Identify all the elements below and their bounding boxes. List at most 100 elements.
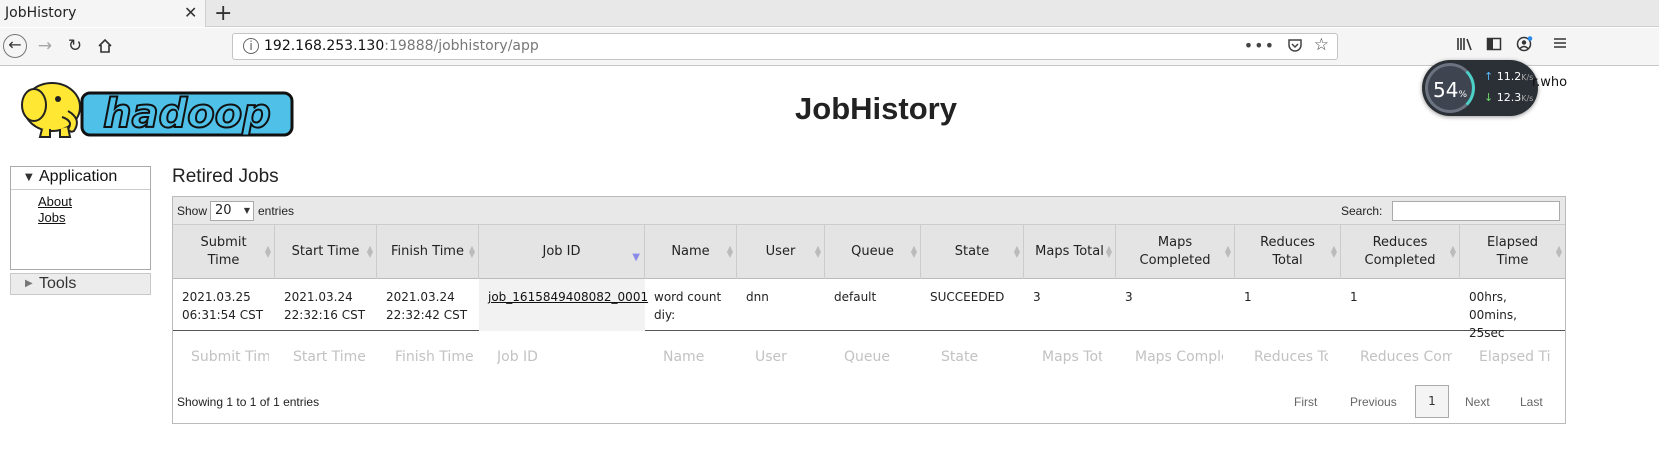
library-icon[interactable] — [1456, 36, 1474, 56]
sort-icon: ▲ ▼ — [1105, 244, 1112, 259]
column-header-user[interactable]: User ▲ ▼ — [737, 225, 825, 279]
filter-input-job-id[interactable]: Job ID — [497, 349, 577, 365]
download-speed: ↓ 12.3K/s — [1484, 91, 1534, 104]
sort-icon: ▲ ▼ — [1013, 244, 1020, 259]
column-header-name[interactable]: Name ▲ ▼ — [645, 225, 737, 279]
tools-label: Tools — [39, 275, 77, 292]
pager-current-page[interactable]: 1 — [1415, 385, 1449, 418]
reload-icon[interactable]: ↻ — [64, 35, 86, 57]
column-header-start-time[interactable]: Start Time ▲ ▼ — [275, 225, 377, 279]
url-text: 192.168.253.130:19888/jobhistory/app — [264, 38, 539, 54]
cell-name: word count diy: — [654, 290, 722, 322]
cell-reduces-completed: 1 — [1350, 290, 1358, 304]
column-header-reduces-total[interactable]: Reduces Total ▲ ▼ — [1235, 225, 1341, 279]
cell-maps-total: 3 — [1033, 290, 1041, 304]
entries-per-page-select[interactable]: 20 ▼ — [210, 201, 254, 221]
sort-icon: ▲ ▼ — [910, 244, 917, 259]
sort-icon: ▲ ▼ — [726, 244, 733, 259]
pager-next[interactable]: Next — [1465, 395, 1490, 409]
column-filter-row: Submit Tim Start Time Finish Time Job ID… — [173, 331, 1565, 383]
column-header-finish-time[interactable]: Finish Time ▲ ▼ — [377, 225, 479, 279]
bookmark-star-icon[interactable]: ☆ — [1314, 35, 1329, 55]
search-input[interactable] — [1392, 201, 1560, 221]
filter-input-start-time[interactable]: Start Time — [293, 349, 373, 365]
jobs-table-panel: Show 20 ▼ entries Search: Submit Time ▲ ▼ … — [172, 196, 1566, 424]
cell-reduces-total: 1 — [1244, 290, 1252, 304]
column-header-submit-time[interactable]: Submit Time ▲ ▼ — [173, 225, 275, 279]
triangle-down-icon: ▼ — [25, 172, 33, 183]
cell-user: dnn — [746, 290, 769, 304]
column-header-job-id[interactable]: Job ID ▼ — [479, 225, 645, 279]
filter-input-name[interactable]: Name — [663, 349, 733, 365]
filter-input-finish-time[interactable]: Finish Time — [395, 349, 477, 365]
account-icon[interactable] — [1516, 36, 1534, 56]
dropdown-caret-icon: ▼ — [243, 206, 250, 215]
cpu-gauge: 54% — [1425, 63, 1475, 113]
new-tab-button[interactable]: + — [214, 0, 232, 27]
partial-user-text: r.who — [1532, 75, 1568, 90]
filter-input-state[interactable]: State — [941, 349, 1019, 365]
filter-input-queue[interactable]: Queue — [844, 349, 916, 365]
cell-start-time: 2021.03.24 22:32:16 CST — [284, 290, 366, 322]
down-arrow-icon: ↓ — [1484, 91, 1494, 104]
sort-icon: ▲ ▼ — [264, 244, 271, 259]
sort-icon: ▲ ▼ — [1555, 244, 1562, 259]
cpu-percent: 54 — [1432, 78, 1459, 102]
close-icon[interactable]: ✕ — [184, 3, 197, 22]
sort-icon: ▲ ▼ — [1449, 244, 1456, 259]
pager-previous[interactable]: Previous — [1350, 395, 1397, 409]
table-toolbar: Show 20 ▼ entries Search: — [173, 197, 1565, 225]
pager-first[interactable]: First — [1294, 395, 1317, 409]
sidebar-item-about[interactable]: About — [38, 194, 72, 209]
upload-speed: ↑ 11.2K/s — [1484, 70, 1534, 83]
filter-input-elapsed-time[interactable]: Elapsed Tin — [1479, 349, 1551, 365]
sort-icon: ▲ ▼ — [468, 244, 475, 259]
application-section-header[interactable]: ▼ Application — [11, 167, 150, 190]
filter-input-maps-completed[interactable]: Maps Complet — [1135, 349, 1223, 365]
tab-strip: JobHistory ✕ + — [0, 0, 1659, 27]
more-actions-icon[interactable]: ••• — [1244, 36, 1275, 55]
job-id-link[interactable]: job_1615849408082_0001 — [488, 290, 648, 304]
url-bar[interactable]: i 192.168.253.130:19888/jobhistory/app •… — [232, 33, 1338, 60]
column-header-elapsed-time[interactable]: Elapsed Time ▲ ▼ — [1460, 225, 1565, 279]
back-arrow-icon[interactable]: ← — [3, 34, 27, 58]
table-info: Showing 1 to 1 of 1 entries — [177, 395, 320, 409]
cell-finish-time: 2021.03.24 22:32:42 CST — [386, 290, 468, 322]
page-title: JobHistory — [795, 91, 957, 126]
up-arrow-icon: ↑ — [1484, 70, 1494, 83]
column-header-queue[interactable]: Queue ▲ ▼ — [825, 225, 921, 279]
application-label: Application — [39, 168, 118, 185]
menu-icon[interactable] — [1553, 36, 1567, 54]
sidebar-item-jobs[interactable]: Jobs — [38, 210, 65, 225]
forward-arrow-icon[interactable]: → — [34, 35, 56, 57]
network-speed-widget: 54% ↑ 11.2K/s ↓ 12.3K/s — [1422, 60, 1538, 116]
table-row: 2021.03.25 06:31:54 CST 2021.03.24 22:32… — [173, 279, 1565, 340]
info-icon[interactable]: i — [243, 38, 259, 54]
cell-elapsed-time: 00hrs, 00mins, 25sec — [1469, 290, 1517, 340]
filter-input-submit-time[interactable]: Submit Tim — [191, 349, 269, 365]
search-label: Search: — [1341, 204, 1383, 218]
cell-maps-completed: 3 — [1125, 290, 1133, 304]
tab-title: JobHistory — [5, 5, 77, 21]
triangle-right-icon: ▶ — [25, 278, 33, 289]
column-header-maps-total[interactable]: Maps Total ▲ ▼ — [1024, 225, 1116, 279]
sort-icon: ▲ ▼ — [1330, 244, 1337, 259]
cell-state: SUCCEEDED — [930, 290, 1005, 304]
pager-last[interactable]: Last — [1520, 395, 1543, 409]
entries-label: entries — [258, 204, 295, 218]
column-header-reduces-completed[interactable]: Reduces Completed ▲ ▼ — [1341, 225, 1460, 279]
column-header-state[interactable]: State ▲ ▼ — [921, 225, 1024, 279]
sort-icon: ▲ ▼ — [366, 244, 373, 259]
cell-submit-time: 2021.03.25 06:31:54 CST — [182, 290, 264, 322]
browser-tab[interactable]: JobHistory ✕ — [0, 0, 206, 27]
sidebar-toggle-icon[interactable] — [1486, 36, 1502, 56]
tools-section-header[interactable]: ▶ Tools — [10, 273, 151, 295]
column-header-maps-completed[interactable]: Maps Completed ▲ ▼ — [1116, 225, 1235, 279]
pocket-icon[interactable] — [1287, 37, 1303, 57]
sort-icon: ▲ ▼ — [1224, 244, 1231, 259]
filter-input-maps-total[interactable]: Maps Tota — [1042, 349, 1102, 365]
filter-input-user[interactable]: User — [755, 349, 819, 365]
filter-input-reduces-total[interactable]: Reduces To — [1254, 349, 1328, 365]
home-icon[interactable] — [94, 35, 116, 57]
filter-input-reduces-completed[interactable]: Reduces Com — [1360, 349, 1452, 365]
